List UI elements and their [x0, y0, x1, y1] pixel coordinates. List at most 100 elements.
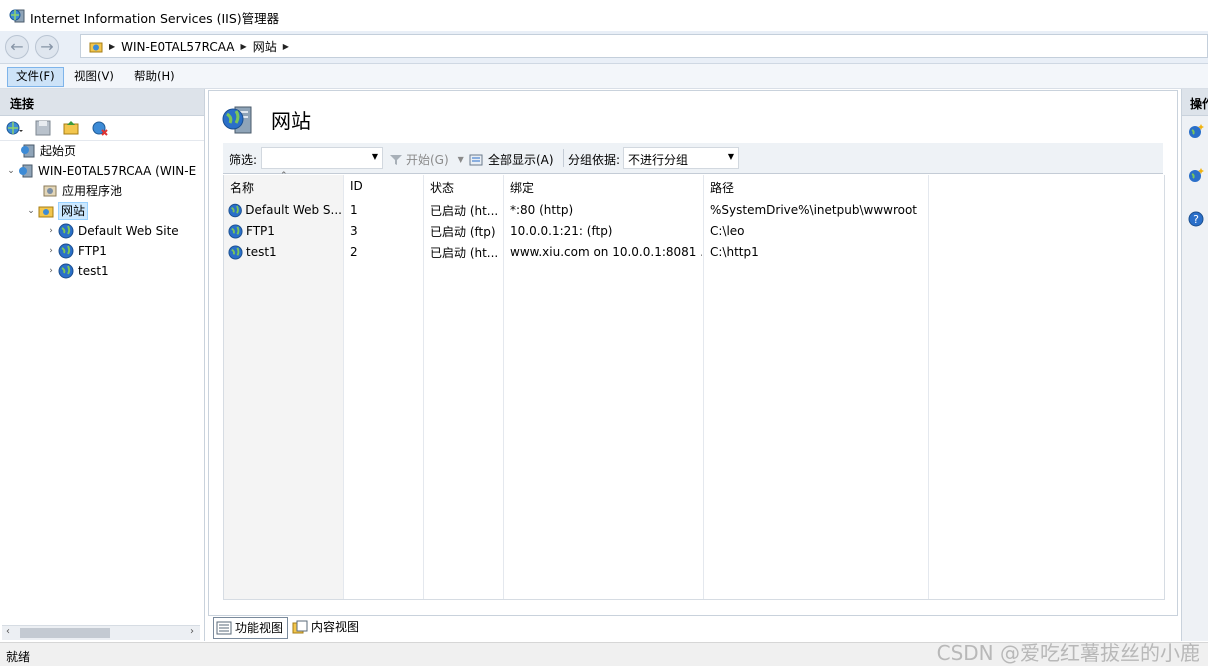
table-cell-binding: *:80 (http) — [510, 203, 574, 217]
group-by-select[interactable]: 不进行分组 ▼ — [623, 147, 739, 169]
connect-globe-icon[interactable] — [5, 119, 23, 137]
connections-panel: 连接 起始页 ⌄ WIN-E0TAL57RCAA (WIN-E 应用程序池 ⌄ … — [0, 89, 205, 641]
sort-ascending-icon[interactable]: ⌃ — [280, 171, 288, 181]
address-row: ← → ▶ WIN-E0TAL57RCAA ▶ 网站 ▶ — [0, 31, 1208, 64]
content-view-icon — [292, 620, 308, 634]
save-icon[interactable] — [34, 119, 52, 137]
scroll-right-icon[interactable]: › — [190, 626, 194, 637]
table-row-name[interactable]: Default Web S... — [228, 201, 342, 219]
features-view-icon — [216, 621, 232, 635]
menu-view[interactable]: 视图(V) — [66, 67, 122, 85]
expand-chevron-icon[interactable]: › — [46, 221, 56, 241]
page-title: 网站 — [271, 109, 311, 133]
table-cell-id: 1 — [350, 203, 358, 217]
sites-folder-icon — [89, 42, 103, 52]
window-title: Internet Information Services (IIS)管理器 — [30, 11, 280, 26]
forward-button[interactable]: → — [35, 35, 59, 59]
table-cell-id: 2 — [350, 245, 358, 259]
tree-node-start-page[interactable]: 起始页 — [8, 141, 76, 161]
tree-node-server[interactable]: ⌄ WIN-E0TAL57RCAA (WIN-E — [6, 161, 196, 181]
server-icon — [19, 164, 33, 178]
back-button[interactable]: ← — [5, 35, 29, 59]
expand-chevron-icon[interactable]: › — [46, 241, 56, 261]
column-header-id[interactable]: ID — [350, 179, 363, 193]
tree-label: 起始页 — [40, 144, 77, 158]
tree-node-site[interactable]: › Default Web Site — [46, 221, 179, 241]
app-pool-icon — [43, 185, 57, 197]
forward-arrow-icon: → — [40, 37, 54, 56]
table-row-name[interactable]: test1 — [228, 243, 342, 261]
tree-label: FTP1 — [78, 244, 107, 258]
connections-header: 连接 — [0, 89, 204, 116]
filter-input[interactable]: ▼ — [261, 147, 383, 169]
filter-label: 筛选: — [229, 153, 258, 167]
back-arrow-icon: ← — [10, 37, 24, 56]
table-cell-path: C:\leo — [710, 224, 745, 238]
dropdown-arrow-icon[interactable]: ▼ — [458, 155, 464, 164]
address-bar[interactable]: ▶ WIN-E0TAL57RCAA ▶ 网站 ▶ — [80, 34, 1208, 58]
table-row-name[interactable]: FTP1 — [228, 222, 342, 240]
globe-icon — [58, 243, 74, 259]
sites-table: ⌃ 名称 ID 状态 绑定 路径 Default Web S... 1 已启动 … — [223, 171, 1165, 600]
globe-icon — [58, 263, 74, 279]
collapse-chevron-icon[interactable]: ⌄ — [26, 201, 36, 221]
title-bar: Internet Information Services (IIS)管理器 — [0, 0, 1208, 32]
sites-page: 网站 筛选: ▼ 开始(G) ▼ 全部显示(A) 分组依据: 不进行分组 ▼ ⌃… — [208, 90, 1178, 616]
tree-node-app-pools[interactable]: 应用程序池 — [30, 181, 122, 201]
add-website-icon[interactable] — [1188, 123, 1204, 139]
column-header-path[interactable]: 路径 — [710, 179, 734, 196]
actions-title: 操作 — [1190, 97, 1208, 111]
sites-header-icon — [222, 106, 252, 134]
tree-label: test1 — [78, 264, 109, 278]
actions-header: 操作 — [1182, 89, 1208, 116]
column-header-binding[interactable]: 绑定 — [510, 179, 534, 196]
remove-connection-icon[interactable] — [91, 119, 109, 137]
status-text: 就绪 — [6, 650, 31, 664]
table-cell-binding: 10.0.0.1:21: (ftp) — [510, 224, 613, 238]
iis-server-icon — [9, 9, 25, 23]
table-cell-status: 已启动 (ht... — [430, 203, 499, 218]
column-header-name[interactable]: 名称 — [230, 179, 254, 196]
up-level-icon[interactable] — [62, 119, 80, 137]
column-header-status[interactable]: 状态 — [430, 179, 454, 196]
breadcrumb-separator-icon: ▶ — [240, 42, 247, 51]
tab-content-view[interactable]: 内容视图 — [290, 617, 363, 637]
breadcrumb-sites[interactable]: 网站 — [253, 38, 277, 55]
sites-folder-icon — [38, 206, 54, 218]
filter-icon — [390, 154, 402, 165]
filter-toolbar: 筛选: ▼ 开始(G) ▼ 全部显示(A) 分组依据: 不进行分组 ▼ — [223, 143, 1163, 174]
menu-file[interactable]: 文件(F) — [7, 67, 64, 87]
connections-tree: 起始页 ⌄ WIN-E0TAL57RCAA (WIN-E 应用程序池 ⌄ 网站 … — [0, 141, 204, 621]
tab-features-view[interactable]: 功能视图 — [213, 617, 289, 639]
scrollbar-thumb[interactable] — [20, 628, 110, 638]
tree-label: Default Web Site — [78, 224, 179, 238]
help-icon[interactable]: ? — [1188, 211, 1204, 227]
globe-icon — [58, 223, 74, 239]
group-by-label: 分组依据: — [568, 153, 621, 167]
tree-node-sites[interactable]: ⌄ 网站 — [26, 201, 89, 221]
globe-icon — [228, 244, 243, 260]
add-ftp-site-icon[interactable] — [1188, 167, 1204, 183]
globe-icon — [228, 203, 242, 217]
table-cell-path: C:\http1 — [710, 245, 759, 259]
watermark-text: CSDN @爱吃红薯拔丝的小鹿 — [936, 641, 1200, 665]
table-cell-status: 已启动 (ftp) — [430, 224, 496, 239]
breadcrumb-separator-icon: ▶ — [282, 42, 289, 51]
start-filter-button[interactable]: 开始(G) ▼ — [389, 151, 464, 168]
expand-chevron-icon[interactable]: › — [46, 261, 56, 281]
status-bar: 就绪 CSDN @爱吃红薯拔丝的小鹿 — [0, 641, 1208, 666]
toolbar-separator — [563, 149, 564, 167]
show-all-button[interactable]: 全部显示(A) — [469, 151, 554, 168]
collapse-chevron-icon[interactable]: ⌄ — [6, 161, 16, 181]
show-all-icon — [469, 154, 483, 165]
tree-node-site[interactable]: › test1 — [46, 261, 109, 281]
breadcrumb-separator-icon: ▶ — [109, 42, 116, 51]
dropdown-arrow-icon[interactable]: ▼ — [728, 152, 734, 161]
start-page-icon — [21, 144, 35, 158]
scroll-left-icon[interactable]: ‹ — [6, 626, 10, 637]
breadcrumb-server[interactable]: WIN-E0TAL57RCAA — [121, 40, 234, 54]
horizontal-scrollbar[interactable]: ‹ › — [2, 625, 200, 640]
tree-node-site[interactable]: › FTP1 — [46, 241, 107, 261]
menu-help[interactable]: 帮助(H) — [126, 67, 183, 85]
dropdown-arrow-icon[interactable]: ▼ — [372, 152, 378, 161]
